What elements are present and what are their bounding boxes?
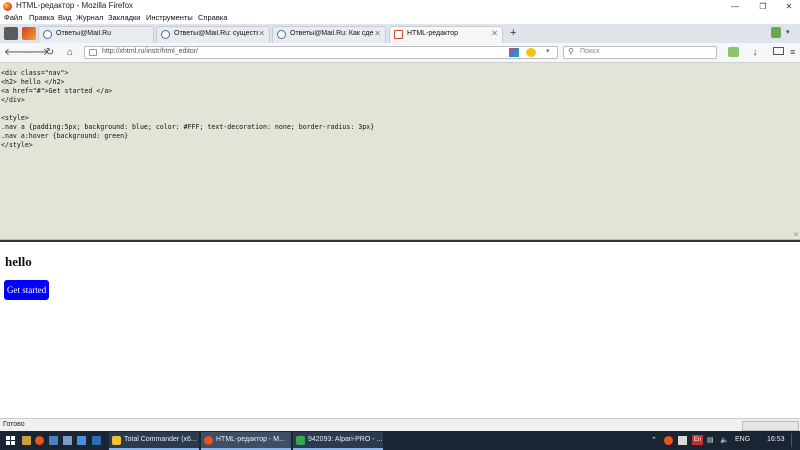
- new-tab-button[interactable]: +: [510, 27, 516, 39]
- reload-button[interactable]: ↻: [42, 46, 58, 59]
- tab-html-editor[interactable]: HTML-редактор ✕: [389, 26, 503, 43]
- status-bar: Готово: [0, 418, 800, 432]
- menu-tools[interactable]: Инструменты: [146, 13, 193, 22]
- taskbar: Total Commander (x6... HTML-редактор - M…: [0, 431, 800, 450]
- menu-view[interactable]: Вид: [58, 13, 72, 22]
- sync-icon[interactable]: [728, 47, 739, 57]
- alpari-icon: [296, 436, 305, 445]
- home-button[interactable]: ⌂: [62, 46, 78, 59]
- mailru-icon: [161, 30, 170, 39]
- menu-bar: Файл Правка Вид Журнал Закладки Инструме…: [0, 13, 800, 24]
- taskbar-app-firefox[interactable]: HTML-редактор - M...: [201, 432, 291, 450]
- volume-icon[interactable]: 🔈: [720, 436, 729, 444]
- tab-label: HTML-редактор: [407, 30, 459, 37]
- dropdown-icon[interactable]: ▾: [546, 47, 550, 55]
- status-text: Готово: [3, 421, 25, 428]
- preview-heading: hello: [5, 254, 32, 269]
- forward-button[interactable]: 🡒: [22, 46, 49, 59]
- back-button[interactable]: 🡐: [4, 46, 31, 59]
- network-icon[interactable]: ▤: [707, 436, 714, 444]
- url-bar[interactable]: http://xhtml.ru/instr/html_editor/ ▾: [84, 46, 558, 59]
- html-code-editor[interactable]: <div class="nav"> <h2> hello </h2> <a hr…: [0, 63, 800, 240]
- clock[interactable]: 16:53: [767, 436, 785, 443]
- taskbar-app-total-commander[interactable]: Total Commander (x6...: [109, 432, 199, 450]
- menu-help[interactable]: Справка: [198, 13, 227, 22]
- resize-handle-icon[interactable]: ⇲: [793, 231, 798, 238]
- tab-mailru-2[interactable]: Ответы@Mail.Ru: существ... ✕: [156, 26, 270, 43]
- menu-file[interactable]: Файл: [4, 13, 22, 22]
- download-icon[interactable]: ↓: [747, 46, 763, 59]
- windows-start-icon[interactable]: [6, 436, 16, 446]
- menu-history[interactable]: Журнал: [76, 13, 103, 22]
- tab-bar: Ответы@Mail.Ru Ответы@Mail.Ru: существ..…: [0, 24, 800, 44]
- language-badge[interactable]: En: [692, 435, 703, 445]
- title-bar: HTML-редактор - Mozilla Firefox — ❐ ✕: [0, 0, 800, 13]
- get-started-link[interactable]: Get started: [4, 280, 50, 300]
- search-placeholder: Поиск: [580, 48, 600, 55]
- tab-mailru-3[interactable]: Ответы@Mail.Ru: Как сде... ✕: [272, 26, 386, 43]
- tab-label: Ответы@Mail.Ru: Как сде...: [290, 30, 374, 37]
- chevron-down-icon[interactable]: ▾: [786, 28, 790, 36]
- quicklaunch-icon[interactable]: [22, 436, 31, 445]
- tray-firefox-icon[interactable]: [664, 436, 673, 445]
- firefox-quicklaunch-icon[interactable]: [35, 436, 44, 445]
- quicklaunch-icon[interactable]: [63, 436, 72, 445]
- close-icon[interactable]: ✕: [258, 29, 265, 38]
- window-title: HTML-редактор - Mozilla Firefox: [16, 1, 134, 10]
- search-icon: ⚲: [568, 47, 574, 56]
- taskbar-app-label: 942093: Alpari-PRO - ...: [308, 436, 383, 443]
- menu-icon[interactable]: ≡: [790, 47, 795, 57]
- close-button[interactable]: ✕: [776, 0, 800, 13]
- preview-pane: hello Get started: [0, 242, 800, 418]
- total-commander-icon: [112, 436, 121, 445]
- tab-label: Ответы@Mail.Ru: [56, 30, 112, 37]
- taskbar-app-alpari[interactable]: 942093: Alpari-PRO - ...: [293, 432, 383, 450]
- monitor-icon[interactable]: [773, 47, 784, 55]
- url-text: http://xhtml.ru/instr/html_editor/: [102, 48, 199, 55]
- firefox-icon: [3, 2, 12, 11]
- firefox-icon: [204, 436, 213, 445]
- extension-icon[interactable]: [771, 27, 781, 38]
- tab-mailru-1[interactable]: Ответы@Mail.Ru: [38, 26, 154, 43]
- code-text[interactable]: <div class="nav"> <h2> hello </h2> <a hr…: [0, 63, 800, 156]
- status-progress: [742, 421, 799, 431]
- pinned-tab-icon[interactable]: [22, 27, 36, 40]
- close-icon[interactable]: ✕: [374, 29, 381, 38]
- language-indicator[interactable]: ENG: [735, 436, 750, 443]
- taskbar-app-label: Total Commander (x6...: [124, 436, 197, 443]
- search-box[interactable]: ⚲ Поиск: [563, 46, 717, 59]
- navigation-bar: 🡐 🡒 ↻ ⌂ http://xhtml.ru/instr/html_edito…: [0, 43, 800, 63]
- tab-label: Ответы@Mail.Ru: существ...: [174, 30, 258, 37]
- quicklaunch-icon[interactable]: [77, 436, 86, 445]
- close-icon[interactable]: ✕: [491, 29, 498, 38]
- mailru-icon: [277, 30, 286, 39]
- menu-edit[interactable]: Правка: [29, 13, 54, 22]
- page-icon: [89, 49, 97, 56]
- yandex-icon[interactable]: [526, 48, 536, 57]
- tray-app-icon[interactable]: [678, 436, 687, 445]
- minimize-button[interactable]: —: [722, 0, 748, 13]
- html-editor-icon: [394, 30, 403, 39]
- menu-bookmarks[interactable]: Закладки: [108, 13, 140, 22]
- quicklaunch-icon[interactable]: [49, 436, 58, 445]
- restore-button[interactable]: ❐: [750, 0, 776, 13]
- addon-icon[interactable]: [509, 48, 519, 57]
- tray-expand-icon[interactable]: ⌃: [651, 436, 657, 444]
- show-desktop-button[interactable]: [791, 433, 800, 447]
- pinned-tab-icon[interactable]: [4, 27, 18, 40]
- quicklaunch-icon[interactable]: [92, 436, 101, 445]
- mailru-icon: [43, 30, 52, 39]
- taskbar-app-label: HTML-редактор - M...: [216, 436, 285, 443]
